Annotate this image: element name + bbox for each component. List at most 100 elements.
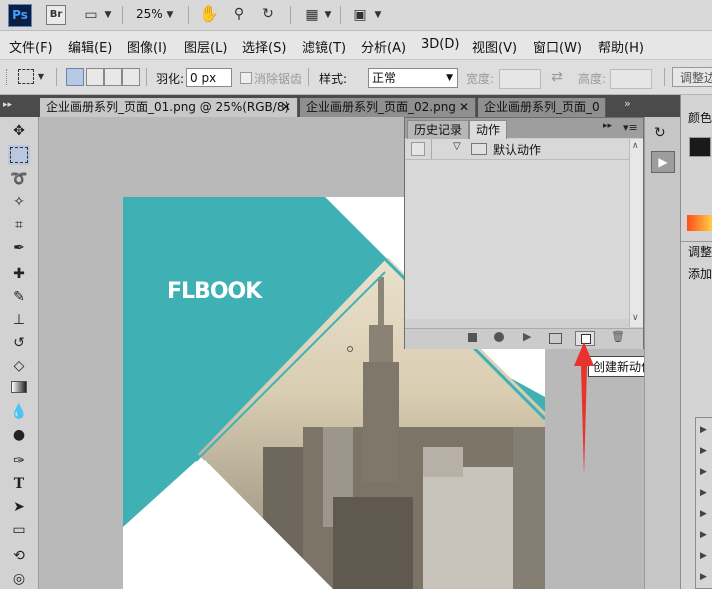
new-selection-icon[interactable] (66, 68, 84, 86)
scroll-down-icon[interactable]: ∨ (632, 313, 639, 323)
chevron-down-icon[interactable]: ▼ (102, 5, 114, 25)
zoom-level[interactable]: 25% (136, 7, 163, 21)
menu-file[interactable]: 文件(F) (9, 37, 53, 56)
bridge-button[interactable]: Br (46, 5, 66, 25)
tab-page-01[interactable]: 企业画册系列_页面_01.png @ 25%(RGB/8) ✕ (40, 98, 298, 117)
eyedropper-icon[interactable]: ✒ (8, 238, 30, 258)
menu-view[interactable]: 视图(V) (472, 37, 517, 56)
tab-page-03[interactable]: 企业画册系列_页面_0 (478, 98, 606, 117)
action-list (405, 139, 629, 319)
adjustment-list: ▶ ▶ ▶ ▶ ▶ ▶ ▶ ▶ (695, 417, 712, 589)
expand-triangle-icon[interactable]: ▶ ▶ ▶ ▶ ▶ ▶ ▶ ▶ (700, 420, 707, 588)
red-arrow-annotation (574, 342, 594, 476)
lasso-tool-icon[interactable]: ➰ (8, 169, 30, 189)
width-input[interactable] (499, 69, 541, 89)
divider (56, 68, 57, 86)
style-select-value: 正常 (372, 71, 397, 85)
more-tabs-icon[interactable]: » (624, 97, 631, 110)
blur-tool-icon[interactable]: 💧 (8, 402, 30, 422)
swap-dimensions-icon[interactable]: ⇄ (550, 67, 564, 87)
photoshop-logo: Ps (8, 4, 32, 27)
close-icon[interactable]: ✕ (456, 98, 469, 117)
add-selection-icon[interactable] (86, 68, 104, 86)
divider (146, 68, 147, 86)
expand-triangle-icon[interactable]: ▽ (453, 141, 461, 152)
type-tool-icon[interactable]: T (8, 474, 30, 494)
gradient-tool-icon[interactable] (8, 379, 30, 399)
eraser-tool-icon[interactable]: ◇ (8, 356, 30, 376)
menu-help[interactable]: 帮助(H) (598, 37, 644, 56)
pen-tool-icon[interactable]: ✑ (8, 451, 30, 471)
brand-logo: FLBOOK (167, 279, 262, 304)
style-select[interactable]: 正常 ▼ (368, 68, 458, 88)
divider (681, 241, 712, 242)
path-selection-icon[interactable]: ➤ (8, 497, 30, 517)
divider (308, 68, 309, 86)
zoom-dropdown-icon[interactable]: ▼ (164, 5, 176, 25)
menu-select[interactable]: 选择(S) (242, 37, 286, 56)
action-set-row[interactable]: ▽ 默认动作 (405, 139, 629, 160)
close-icon[interactable]: ✕ (281, 98, 291, 117)
refine-edge-button[interactable]: 调整边 (672, 67, 712, 87)
clone-stamp-icon[interactable]: ⊥ (8, 310, 30, 330)
width-label: 宽度: (466, 72, 495, 86)
crop-tool-icon[interactable]: ⌗ (8, 215, 30, 235)
move-tool-icon[interactable]: ✥ (8, 121, 30, 141)
film-strip-icon[interactable]: ▭ (80, 5, 102, 25)
arrange-documents-icon[interactable]: ▦ (302, 5, 322, 25)
healing-brush-icon[interactable]: ✚ (8, 264, 30, 284)
panel-menu-icon[interactable]: ▾≡ (623, 121, 638, 134)
tab-history[interactable]: 历史记录 (407, 120, 470, 140)
new-set-icon[interactable] (549, 333, 562, 344)
stop-icon[interactable] (468, 333, 477, 342)
tab-actions[interactable]: 动作 (469, 120, 508, 140)
menu-layer[interactable]: 图层(L) (184, 37, 227, 56)
height-input[interactable] (610, 69, 652, 89)
actions-panel-icon[interactable]: ▶ (651, 151, 675, 173)
divider (340, 6, 341, 24)
divider (188, 6, 189, 24)
magic-wand-icon[interactable]: ✧ (8, 192, 30, 212)
trash-icon[interactable]: 🗑 (611, 330, 625, 343)
color-panel: 颜色 调整 添加 ▶ ▶ ▶ ▶ ▶ ▶ ▶ ▶ (680, 95, 712, 589)
feather-input[interactable]: 0 px (186, 68, 232, 87)
menu-filter[interactable]: 滤镜(T) (302, 37, 346, 56)
play-icon[interactable]: ▶ (523, 330, 531, 343)
intersect-selection-icon[interactable] (122, 68, 140, 86)
toggle-checkbox[interactable] (411, 142, 425, 156)
grip-handle[interactable] (6, 69, 10, 85)
screen-mode-icon[interactable]: ▣ (350, 5, 370, 25)
panel-title: 颜色 (688, 111, 712, 125)
chevron-down-icon[interactable]: ▼ (372, 5, 384, 25)
expand-arrows-icon[interactable]: ▸▸ (3, 100, 12, 110)
hand-tool-icon[interactable]: ✋ (199, 4, 219, 24)
shape-tool-icon[interactable]: ▭ (8, 520, 30, 540)
brush-tool-icon[interactable]: ✎ (8, 287, 30, 307)
dodge-tool-icon[interactable]: ● (8, 425, 30, 445)
color-ramp[interactable] (687, 215, 712, 231)
chevron-down-icon[interactable]: ▼ (322, 5, 334, 25)
3d-orbit-icon[interactable]: ◎ (8, 569, 30, 589)
foreground-color[interactable] (689, 137, 711, 157)
chevron-down-icon[interactable]: ▼ (36, 67, 46, 87)
scroll-up-icon[interactable]: ∧ (632, 141, 639, 151)
menu-image[interactable]: 图像(I) (127, 37, 167, 56)
menu-window[interactable]: 窗口(W) (533, 37, 582, 56)
antialias-checkbox[interactable] (240, 72, 252, 84)
subtract-selection-icon[interactable] (104, 68, 122, 86)
panel-collapse-icon[interactable]: ▸▸ (603, 121, 612, 131)
3d-rotate-icon[interactable]: ⟲ (8, 546, 30, 566)
menu-3d[interactable]: 3D(D) (421, 37, 459, 52)
tab-page-02[interactable]: 企业画册系列_页面_02.png ✕ (300, 98, 476, 117)
zoom-tool-icon[interactable]: ⚲ (229, 4, 249, 24)
rotate-view-icon[interactable]: ↻ (258, 4, 278, 24)
history-brush-icon[interactable]: ↺ (8, 333, 30, 353)
application-bar: Ps Br ▭ ▼ 25% ▼ ✋ ⚲ ↻ ▦ ▼ ▣ ▼ (0, 0, 712, 31)
menu-analysis[interactable]: 分析(A) (361, 37, 406, 56)
scrollbar[interactable]: ∧ ∨ (629, 139, 643, 327)
marquee-tool-icon[interactable] (8, 145, 30, 165)
marquee-preset-icon[interactable] (18, 69, 34, 84)
menu-edit[interactable]: 编辑(E) (68, 37, 112, 56)
history-panel-icon[interactable]: ↻ (654, 125, 666, 141)
record-icon[interactable] (494, 332, 504, 342)
